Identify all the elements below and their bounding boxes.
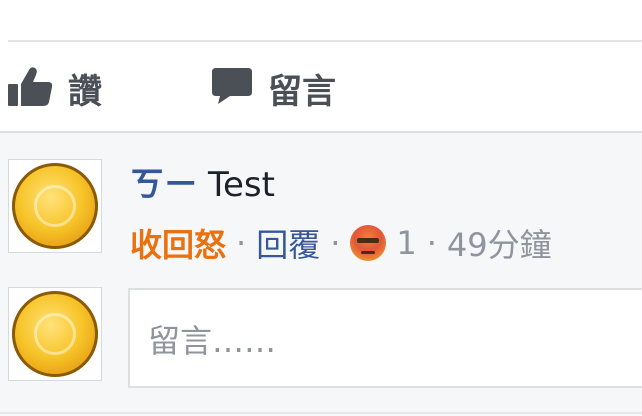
separator: · <box>330 224 341 262</box>
comment-timestamp[interactable]: 49分鐘 <box>447 220 552 266</box>
thumbs-up-icon <box>6 66 54 110</box>
like-button[interactable]: 讚 <box>6 66 102 112</box>
separator: · <box>426 224 437 262</box>
like-label: 讚 <box>68 71 102 112</box>
reaction-count[interactable]: 1 <box>396 224 416 262</box>
comment-text: Test <box>208 165 275 205</box>
gold-coin-avatar <box>12 163 98 249</box>
comment-input-placeholder: 留言…… <box>148 322 277 360</box>
speech-bubble-icon <box>210 66 254 110</box>
comment-meta: 收回怒 · 回覆 · 1 · 49分鐘 <box>130 221 552 265</box>
bottom-divider <box>0 412 642 414</box>
angry-face-icon[interactable] <box>350 225 387 261</box>
gold-coin-avatar <box>12 291 98 377</box>
separator: · <box>236 224 247 262</box>
current-user-avatar <box>8 287 102 381</box>
action-bar: 讚 留言 <box>0 42 642 132</box>
comment-author-avatar[interactable] <box>8 159 102 253</box>
reply-link[interactable]: 回覆 <box>256 220 320 266</box>
comment-body: ㄎㄧ Test <box>130 163 275 207</box>
comments-section: ㄎㄧ Test 收回怒 · 回覆 · 1 · 49分鐘 留言…… <box>0 133 642 416</box>
comment-author-name[interactable]: ㄎㄧ <box>130 165 198 205</box>
comment-button[interactable]: 留言 <box>210 66 336 112</box>
undo-angry-reaction-link[interactable]: 收回怒 <box>130 220 226 266</box>
comment-input[interactable]: 留言…… <box>128 288 642 388</box>
comment-label: 留言 <box>268 71 336 112</box>
